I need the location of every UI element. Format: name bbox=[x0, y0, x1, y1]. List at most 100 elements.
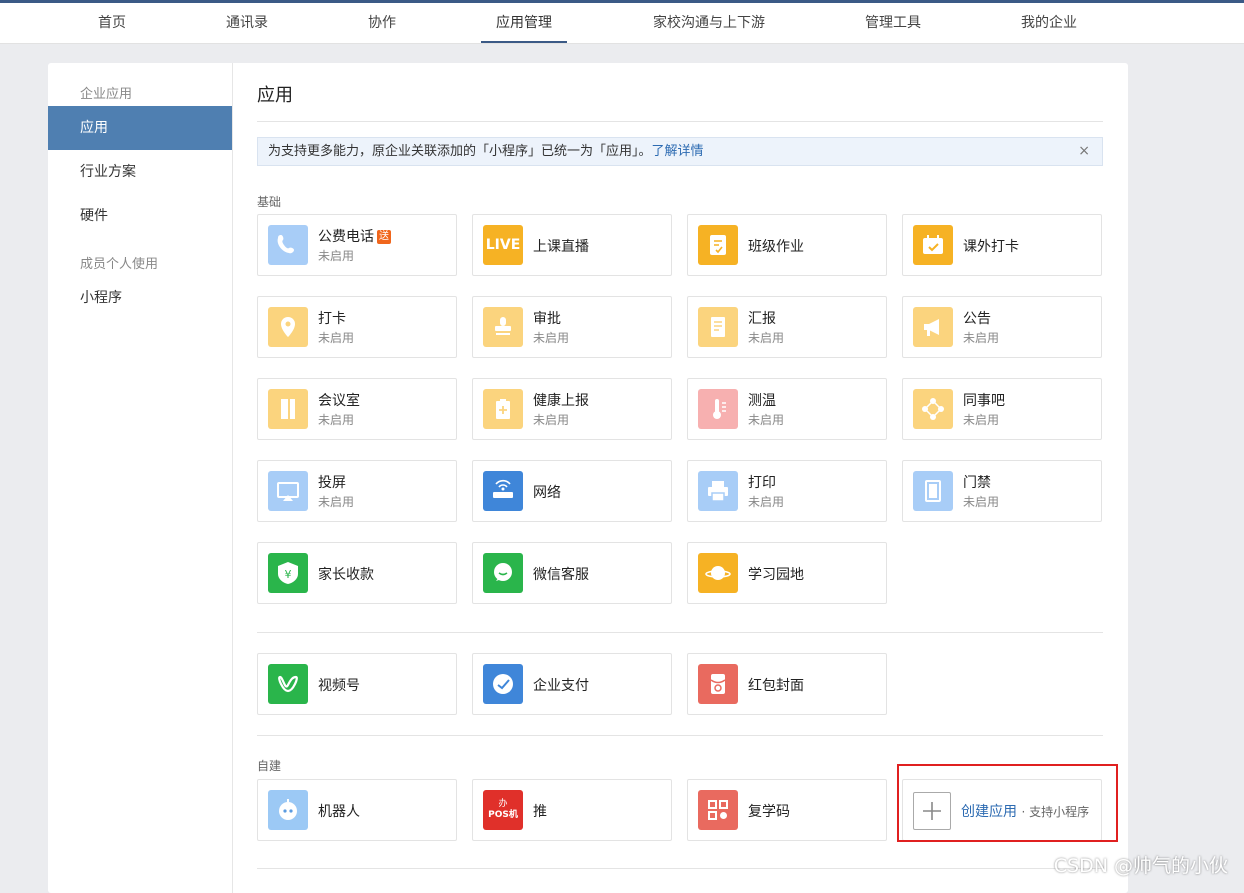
app-status: 未启用 bbox=[748, 331, 785, 345]
highlight-box bbox=[897, 764, 1118, 842]
app-name: 门禁 bbox=[963, 475, 991, 491]
app-name: 推 bbox=[533, 804, 547, 820]
printer-icon bbox=[698, 471, 738, 511]
app-card[interactable]: 会议室 未启用 bbox=[257, 378, 457, 440]
report-icon bbox=[698, 307, 738, 347]
app-card[interactable]: 办 POS机推 bbox=[472, 779, 672, 841]
svg-text:¥: ¥ bbox=[285, 568, 292, 581]
sidebar-item-hardware[interactable]: 硬件 bbox=[48, 194, 232, 238]
app-card[interactable]: 微信客服 bbox=[472, 542, 672, 604]
app-name: 复学码 bbox=[748, 804, 790, 820]
nav-tab[interactable]: 通讯录 bbox=[226, 3, 268, 43]
notice-link[interactable]: 了解详情 bbox=[652, 144, 704, 159]
app-name: 投屏 bbox=[318, 475, 346, 491]
app-card[interactable]: 复学码 bbox=[687, 779, 887, 841]
megaphone-icon bbox=[913, 307, 953, 347]
close-icon[interactable]: × bbox=[1078, 138, 1090, 165]
app-status: 未启用 bbox=[533, 331, 570, 345]
app-card[interactable]: 红包封面 bbox=[687, 653, 887, 715]
app-card[interactable]: 班级作业 bbox=[687, 214, 887, 276]
app-name: 公告 bbox=[963, 311, 991, 327]
app-status: 未启用 bbox=[748, 495, 785, 509]
app-card[interactable]: 汇报 未启用 bbox=[687, 296, 887, 358]
app-status: 未启用 bbox=[963, 413, 1000, 427]
red-packet-icon bbox=[698, 664, 738, 704]
nav-tab[interactable]: 协作 bbox=[368, 3, 396, 43]
sidebar-group-personal: 成员个人使用 bbox=[80, 257, 159, 272]
badge: 送 bbox=[377, 230, 391, 244]
sidebar-group-enterprise: 企业应用 bbox=[80, 87, 133, 102]
app-name: 企业支付 bbox=[533, 678, 589, 694]
app-card[interactable]: 网络 bbox=[472, 460, 672, 522]
app-card[interactable]: 投屏 未启用 bbox=[257, 460, 457, 522]
app-name: 家长收款 bbox=[318, 567, 374, 583]
planet-icon bbox=[698, 553, 738, 593]
app-card[interactable]: 打印 未启用 bbox=[687, 460, 887, 522]
app-name: 班级作业 bbox=[748, 239, 804, 255]
app-status: 未启用 bbox=[318, 413, 355, 427]
divider bbox=[257, 632, 1103, 633]
app-name: 红包封面 bbox=[748, 678, 804, 694]
app-name: 微信客服 bbox=[533, 567, 589, 583]
nav-tab[interactable]: 我的企业 bbox=[1021, 3, 1077, 43]
app-card[interactable]: 企业支付 bbox=[472, 653, 672, 715]
app-card[interactable]: 机器人 bbox=[257, 779, 457, 841]
app-status: 未启用 bbox=[533, 413, 570, 427]
app-name: 打卡 bbox=[318, 311, 346, 327]
sidebar-item-apps[interactable]: 应用 bbox=[48, 106, 232, 150]
top-nav: 首页 通讯录 协作 应用管理 家校沟通与上下游 管理工具 我的企业 bbox=[0, 3, 1244, 44]
sidebar: 企业应用 应用 行业方案 硬件 成员个人使用 小程序 bbox=[48, 63, 233, 893]
sidebar-item-industry[interactable]: 行业方案 bbox=[48, 150, 232, 194]
app-card[interactable]: 门禁 未启用 bbox=[902, 460, 1102, 522]
app-card[interactable]: 健康上报 未启用 bbox=[472, 378, 672, 440]
app-name: 学习园地 bbox=[748, 567, 804, 583]
airplay-icon bbox=[268, 471, 308, 511]
location-pin-icon bbox=[268, 307, 308, 347]
notice-banner: 为支持更多能力，原企业关联添加的「小程序」已统一为「应用」。了解详情 × bbox=[257, 137, 1103, 166]
app-name: 汇报 bbox=[748, 311, 776, 327]
app-name: 上课直播 bbox=[533, 239, 589, 255]
divider bbox=[257, 735, 1103, 736]
section-label-basic: 基础 bbox=[257, 195, 282, 209]
qr-code-icon bbox=[698, 790, 738, 830]
app-status: 未启用 bbox=[318, 331, 355, 345]
phone-icon bbox=[268, 225, 308, 265]
app-name: 同事吧 bbox=[963, 393, 1005, 409]
sidebar-item-miniprogram[interactable]: 小程序 bbox=[48, 276, 232, 320]
router-icon bbox=[483, 471, 523, 511]
app-status: 未启用 bbox=[963, 495, 1000, 509]
app-card[interactable]: 课外打卡 bbox=[902, 214, 1102, 276]
app-status: 未启用 bbox=[318, 495, 355, 509]
nav-tab[interactable]: 首页 bbox=[98, 3, 126, 43]
app-card[interactable]: 学习园地 bbox=[687, 542, 887, 604]
app-name: 公费电话送 bbox=[318, 229, 391, 245]
nav-tab[interactable]: 家校沟通与上下游 bbox=[653, 3, 765, 43]
app-card[interactable]: 公告 未启用 bbox=[902, 296, 1102, 358]
app-card[interactable]: 测温 未启用 bbox=[687, 378, 887, 440]
yuan-shield-icon: ¥ bbox=[268, 553, 308, 593]
app-card[interactable]: 审批 未启用 bbox=[472, 296, 672, 358]
app-card[interactable]: ¥ 家长收款 bbox=[257, 542, 457, 604]
app-card[interactable]: 打卡 未启用 bbox=[257, 296, 457, 358]
nav-tab[interactable]: 管理工具 bbox=[865, 3, 921, 43]
app-name: 网络 bbox=[533, 485, 561, 501]
thermometer-icon bbox=[698, 389, 738, 429]
pay-icon bbox=[483, 664, 523, 704]
app-card[interactable]: LIVE 上课直播 bbox=[472, 214, 672, 276]
robot-icon bbox=[268, 790, 308, 830]
app-card[interactable]: 视频号 bbox=[257, 653, 457, 715]
channels-icon bbox=[268, 664, 308, 704]
nav-tab[interactable]: 应用管理 bbox=[481, 3, 567, 43]
app-status: 未启用 bbox=[748, 413, 785, 427]
app-card[interactable]: 同事吧 未启用 bbox=[902, 378, 1102, 440]
network-icon bbox=[913, 389, 953, 429]
pos-icon: 办 POS机 bbox=[483, 790, 523, 830]
divider bbox=[257, 121, 1103, 122]
app-card[interactable]: 公费电话送未启用 bbox=[257, 214, 457, 276]
stamp-icon bbox=[483, 307, 523, 347]
app-status: 未启用 bbox=[963, 331, 1000, 345]
clipboard-plus-icon bbox=[483, 389, 523, 429]
section-label-custom: 自建 bbox=[257, 759, 282, 773]
app-name: 视频号 bbox=[318, 678, 360, 694]
chat-bubble-icon bbox=[483, 553, 523, 593]
